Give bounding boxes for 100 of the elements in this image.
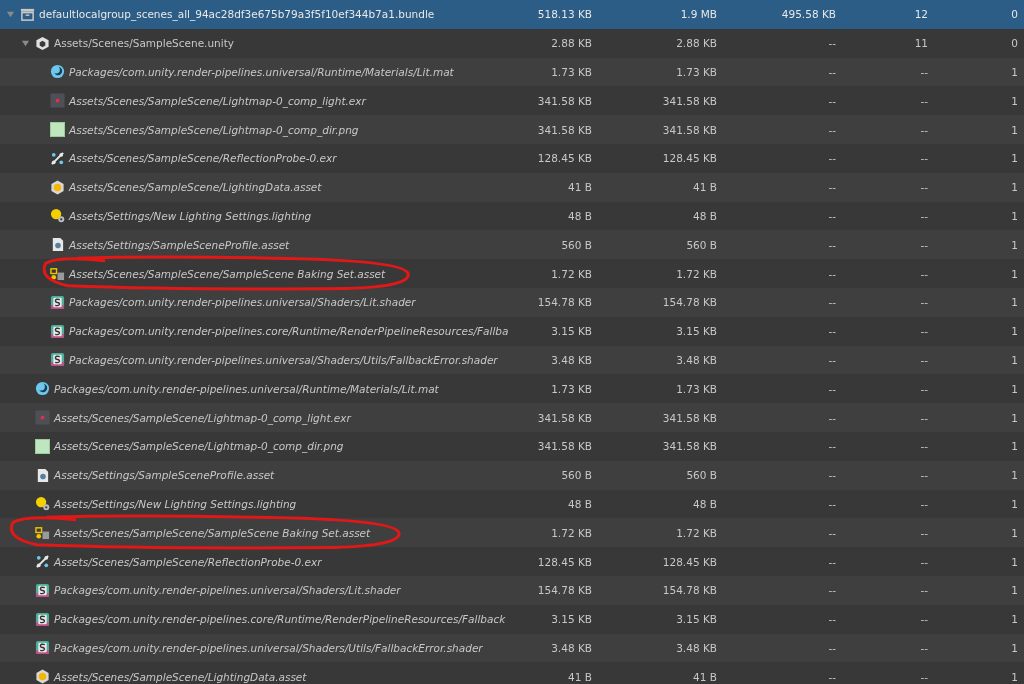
size-cell-text: -- bbox=[919, 584, 928, 597]
asset-path: Assets/Scenes/SampleScene/Lightmap-0_comp_dir.png bbox=[54, 440, 344, 453]
size-cell-text: -- bbox=[919, 66, 928, 78]
tree-row[interactable]: Assets/Settings/SampleSceneProfile.asset 560 B 560 B -- -- 1 bbox=[0, 230, 1024, 260]
size-cell-text: 3.48 KB bbox=[675, 353, 717, 366]
size-cell-text: 1.73 KB bbox=[550, 66, 592, 78]
size-cell-text: -- bbox=[827, 526, 836, 539]
size-cell-text: 3.15 KB bbox=[675, 613, 717, 626]
size-cell-text: 1.73 KB bbox=[675, 66, 717, 78]
asset-path: Packages/com.unity.render-pipelines.core/Runtime/RenderPipelineResources/Fallback bbox=[54, 613, 506, 626]
size-cell-text: 1 bbox=[1010, 181, 1018, 194]
size-cell-text: 1.72 KB bbox=[675, 526, 717, 539]
size-cell-text: 0 bbox=[1010, 8, 1018, 21]
expand-arrow-icon[interactable] bbox=[21, 38, 30, 48]
size-cell-text: 1 bbox=[1010, 325, 1018, 338]
size-cell-text: 341.58 KB bbox=[661, 411, 717, 424]
tree-row[interactable]: Assets/Scenes/SampleScene/SampleScene Baking Set.asset 1.72 KB 1.72 KB -- -- 1 bbox=[0, 518, 1024, 548]
tree-row[interactable]: Packages/com.unity.render-pipelines.universal/Shaders/Lit.shader 154.78 KB 154.78 KB -- -- 1 bbox=[0, 575, 1024, 605]
shader-icon bbox=[35, 640, 50, 656]
tree-row[interactable]: Assets/Scenes/SampleScene/Lightmap-0_comp_dir.png 341.58 KB 341.58 KB -- -- 1 bbox=[0, 115, 1024, 144]
size-cell-text: -- bbox=[919, 497, 928, 510]
shader-icon bbox=[50, 352, 65, 368]
probe-icon bbox=[50, 150, 65, 166]
size-cell-text: -- bbox=[919, 440, 928, 453]
asset-path: Assets/Scenes/SampleScene/SampleScene Baking Set.asset bbox=[69, 267, 386, 280]
size-cell-text: 341.58 KB bbox=[536, 94, 592, 107]
size-cell-text: -- bbox=[827, 152, 836, 165]
size-cell-text: 1 bbox=[1010, 123, 1018, 136]
size-cell-text: 560 B bbox=[560, 469, 592, 482]
size-cell-text: 495.58 KB bbox=[780, 8, 836, 21]
size-cell-text: -- bbox=[919, 469, 928, 482]
tree-row[interactable]: Packages/com.unity.render-pipelines.universal/Shaders/Utils/FallbackError.shader 3.48 KB 3.48 KB -- -- 1 bbox=[0, 345, 1024, 375]
box-icon bbox=[20, 6, 35, 22]
size-cell-text: 1 bbox=[1010, 670, 1018, 683]
size-cell-text: 341.58 KB bbox=[536, 411, 592, 424]
asset-path: Assets/Scenes/SampleScene/LightingData.asset bbox=[69, 181, 322, 194]
tree-row[interactable]: Assets/Settings/SampleSceneProfile.asset 560 B 560 B -- -- 1 bbox=[0, 460, 1024, 490]
size-cell-text: -- bbox=[827, 325, 836, 338]
size-cell-text: 128.45 KB bbox=[661, 152, 717, 165]
size-cell-text: -- bbox=[827, 37, 836, 50]
tree-row[interactable]: Assets/Scenes/SampleScene/Lightmap-0_comp_light.exr 341.58 KB 341.58 KB -- -- 1 bbox=[0, 403, 1024, 432]
size-cell-text: -- bbox=[919, 123, 928, 136]
probe-icon bbox=[35, 554, 50, 570]
sphere-icon bbox=[50, 64, 65, 80]
asset-path: Assets/Settings/SampleSceneProfile.asset bbox=[69, 238, 290, 251]
size-cell-text: -- bbox=[919, 296, 928, 309]
tree-row[interactable]: defaultlocalgroup_scenes_all_94ac28df3e675b79a3f5f10ef344b7a1.bundle 518.13 KB 1.9 MB 495.58 KB 12 0 bbox=[0, 0, 1024, 29]
shader-icon bbox=[50, 294, 65, 310]
tree-row[interactable]: Packages/com.unity.render-pipelines.universal/Shaders/Utils/FallbackError.shader 3.48 KB 3.48 KB -- -- 1 bbox=[0, 633, 1024, 663]
size-cell-text: 1 bbox=[1010, 526, 1018, 539]
tree-row[interactable]: Packages/com.unity.render-pipelines.universal/Runtime/Materials/Lit.mat 1.73 KB 1.73 KB -- -- 1 bbox=[0, 57, 1024, 87]
expand-arrow-icon[interactable] bbox=[6, 9, 15, 19]
size-cell-text: -- bbox=[919, 613, 928, 626]
asset-path: Packages/com.unity.render-pipelines.universal/Runtime/Materials/Lit.mat bbox=[69, 66, 454, 78]
size-cell-text: -- bbox=[827, 209, 836, 222]
size-cell-text: 2.88 KB bbox=[550, 37, 592, 50]
size-cell-text: -- bbox=[827, 440, 836, 453]
size-cell-text: -- bbox=[919, 555, 928, 568]
size-cell-text: 3.48 KB bbox=[550, 353, 592, 366]
size-cell-text: 154.78 KB bbox=[536, 584, 592, 597]
size-cell-text: 3.15 KB bbox=[550, 613, 592, 626]
size-cell-text: 48 B bbox=[567, 497, 592, 510]
size-cell-text: 48 B bbox=[567, 209, 592, 222]
tree-row[interactable]: Packages/com.unity.render-pipelines.universal/Shaders/Lit.shader 154.78 KB 154.78 KB -- -- 1 bbox=[0, 287, 1024, 317]
size-cell-text: 0 bbox=[1010, 37, 1018, 50]
size-cell-text: 1 bbox=[1010, 641, 1018, 654]
size-cell-text: -- bbox=[827, 497, 836, 510]
size-cell-text: -- bbox=[827, 382, 836, 395]
asset-path: Assets/Scenes/SampleScene/Lightmap-0_comp_light.exr bbox=[54, 411, 351, 424]
image-icon bbox=[35, 438, 50, 454]
bulb-icon bbox=[50, 208, 65, 224]
size-cell-text: 1.72 KB bbox=[550, 267, 592, 280]
shader-icon bbox=[35, 611, 50, 627]
size-cell-text: 341.58 KB bbox=[661, 94, 717, 107]
tree-row[interactable]: Assets/Scenes/SampleScene/LightingData.asset 41 B 41 B -- -- 1 bbox=[0, 172, 1024, 202]
size-cell-text: 154.78 KB bbox=[661, 296, 717, 309]
asset-path: defaultlocalgroup_scenes_all_94ac28df3e675b79a3f5f10ef344b7a1.bundle bbox=[39, 8, 435, 21]
size-cell-text: 1 bbox=[1010, 584, 1018, 597]
size-cell-text: 341.58 KB bbox=[536, 123, 592, 136]
image-icon bbox=[50, 122, 65, 138]
size-cell-text: 560 B bbox=[685, 238, 717, 251]
size-cell-text: -- bbox=[827, 584, 836, 597]
asset-path: Assets/Settings/New Lighting Settings.lighting bbox=[69, 209, 312, 222]
size-cell-text: 2.88 KB bbox=[675, 37, 717, 50]
size-cell-text: -- bbox=[919, 353, 928, 366]
size-cell-text: 128.45 KB bbox=[536, 152, 592, 165]
size-cell-text: -- bbox=[827, 66, 836, 78]
size-cell-text: 341.58 KB bbox=[661, 440, 717, 453]
size-cell-text: 560 B bbox=[560, 238, 592, 251]
size-cell-text: -- bbox=[919, 238, 928, 251]
size-cell-text: 1.72 KB bbox=[675, 267, 717, 280]
size-cell-text: 1 bbox=[1010, 382, 1018, 395]
size-cell-text: -- bbox=[827, 123, 836, 136]
size-cell-text: 11 bbox=[913, 37, 928, 50]
size-cell-text: -- bbox=[919, 641, 928, 654]
asset-path: Packages/com.unity.render-pipelines.universal/Runtime/Materials/Lit.mat bbox=[54, 382, 439, 395]
hexagon-icon bbox=[35, 669, 50, 684]
asset-path: Packages/com.unity.render-pipelines.universal/Shaders/Lit.shader bbox=[69, 296, 416, 309]
hexagon-icon bbox=[50, 179, 65, 195]
asset-path: Assets/Scenes/SampleScene/LightingData.asset bbox=[54, 670, 307, 683]
